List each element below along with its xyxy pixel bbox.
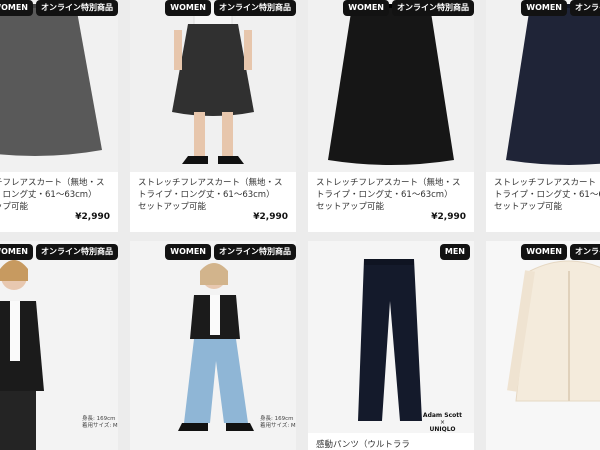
product-price: ¥2,990 (431, 212, 466, 222)
product-card[interactable]: WOMEN オンライン特別商品 ストレッチフレアスカート（無地・ストライプ・ロン… (486, 0, 600, 232)
online-exclusive-badge: オンライン特別商品 (214, 244, 296, 260)
model-in-skirt-illustration (172, 0, 254, 164)
model-size: 着用サイズ: M (82, 423, 118, 429)
badge-group: WOMEN オンライン特別商品 (0, 244, 118, 260)
product-image[interactable] (486, 0, 600, 172)
women-badge: WOMEN (521, 244, 567, 260)
women-badge: WOMEN (521, 0, 567, 16)
skirt-illustration (328, 4, 454, 165)
online-exclusive-badge: オンライン特別商品 (392, 0, 474, 16)
model-caption: 身長: 169cm 着用サイズ: M (82, 416, 118, 430)
women-badge: WOMEN (165, 244, 211, 260)
setup-available-label: セットアップ可能 (494, 202, 563, 212)
product-grid-viewport: WOMEN オンライン特別商品 ストレッチフレアスカート（無地・ストライプ・ロン… (0, 0, 600, 450)
online-exclusive-badge: オンライン特別商品 (36, 0, 118, 16)
product-price: ¥2,990 (75, 212, 110, 222)
skirt-illustration (506, 4, 600, 165)
product-name[interactable]: 感動パンツ（ウルトララ (316, 439, 466, 450)
model-size: 着用サイズ: M (260, 423, 296, 429)
badge-group: WOMEN オンライン特別商品 (165, 0, 296, 16)
women-badge: WOMEN (0, 0, 33, 16)
product-image[interactable] (308, 241, 474, 433)
online-exclusive-badge: オンライン特別商品 (570, 0, 600, 16)
model-caption: 身長: 169cm 着用サイズ: M (260, 416, 296, 430)
product-name[interactable]: ストレッチフレアスカート（無地・ストライプ・ロング丈・61～63cm） (316, 177, 466, 201)
women-badge: WOMEN (165, 0, 211, 16)
product-image[interactable] (130, 0, 296, 172)
women-badge: WOMEN (343, 0, 389, 16)
model-height: 身長: 169cm (260, 416, 294, 422)
product-price: ¥2,990 (253, 212, 288, 222)
product-card[interactable]: WOMEN オンライン特別商品 身長: 169cm 着用サイズ: M (0, 241, 118, 450)
pants-illustration (358, 259, 422, 421)
product-card[interactable]: WOMEN オンライン特別商品 ストレッチフレアスカート（無地・ストライプ・ロン… (0, 0, 118, 232)
product-card[interactable]: MEN Adam Scott × UNIQLO 感動パンツ（ウルトララ (308, 241, 474, 450)
badge-group: WOMEN オンライン特別商品 (521, 244, 600, 260)
badge-group: WOMEN オンライン特別商品 (0, 0, 118, 16)
online-exclusive-badge: オンライン特別商品 (36, 244, 118, 260)
men-badge: MEN (439, 244, 470, 260)
product-card[interactable]: WOMEN オンライン特別商品 身長: 169cm 着用サイズ: M (130, 241, 296, 450)
product-name[interactable]: ストレッチフレアスカート（無地・ストライプ・ロング丈・61～63cm） (494, 177, 600, 201)
product-image[interactable] (0, 0, 118, 172)
badge-group: WOMEN オンライン特別商品 (343, 0, 474, 16)
badge-group: MEN (439, 244, 470, 260)
product-card[interactable]: WOMEN オンライン特別商品 (486, 241, 600, 450)
model-height: 身長: 169cm (82, 416, 116, 422)
product-image[interactable] (486, 241, 600, 450)
product-card[interactable]: WOMEN オンライン特別商品 ストレッチフレアスカート（無地・ストライプ・ロン… (130, 0, 296, 232)
collab-logo: Adam Scott × UNIQLO (422, 412, 462, 433)
badge-group: WOMEN オンライン特別商品 (165, 244, 296, 260)
product-image[interactable] (308, 0, 474, 172)
product-name[interactable]: ストレッチフレアスカート（無地・ストライプ・ロング丈・61～63cm） (138, 177, 288, 201)
online-exclusive-badge: オンライン特別商品 (214, 0, 296, 16)
skirt-illustration (0, 4, 102, 156)
badge-group: WOMEN オンライン特別商品 (521, 0, 600, 16)
product-name[interactable]: ストレッチフレアスカート（無地・ストライプ・ロング丈・61～63cm） (0, 177, 110, 201)
women-badge: WOMEN (0, 244, 33, 260)
tweed-jacket-illustration (507, 260, 600, 402)
product-card[interactable]: WOMEN オンライン特別商品 ストレッチフレアスカート（無地・ストライプ・ロン… (308, 0, 474, 232)
online-exclusive-badge: オンライン特別商品 (570, 244, 600, 260)
